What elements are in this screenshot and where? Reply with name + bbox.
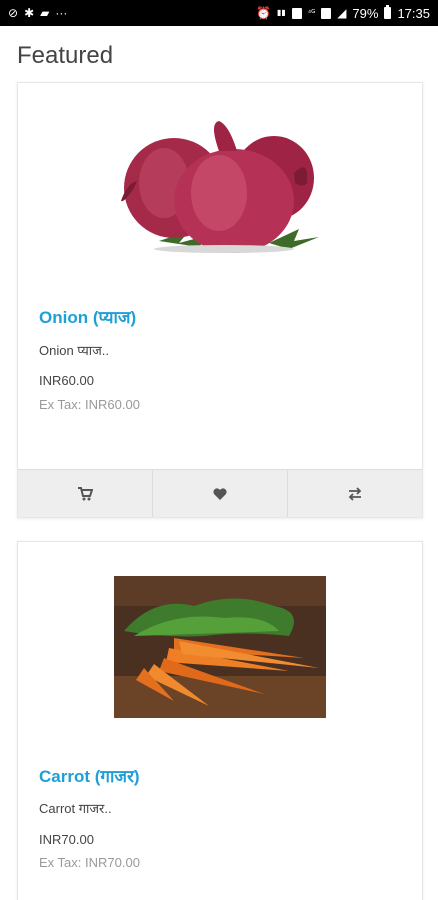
product-ex-tax: Ex Tax: INR70.00: [39, 855, 140, 870]
vibrate-icon: ▮▮: [276, 8, 286, 17]
product-name[interactable]: Carrot (गाजर): [39, 764, 140, 787]
4g-icon: [321, 7, 332, 19]
gear-icon: ✱: [24, 6, 35, 20]
status-right-icons: ⏰ ▮▮ ⁴ᴳ ◢ 79% 17:35: [256, 5, 430, 21]
alarm-icon: ⏰: [256, 6, 271, 20]
heart-icon: [213, 487, 227, 500]
onion-image[interactable]: [119, 113, 325, 253]
data-icon: [291, 7, 302, 19]
product-description: Onion प्याज..: [39, 343, 109, 358]
status-time: 17:35: [397, 5, 430, 21]
message-icon: ▰: [40, 6, 50, 20]
product-description: Carrot गाजर..: [39, 801, 112, 816]
product-card[interactable]: Onion (प्याज) Onion प्याज.. INR60.00 Ex …: [17, 82, 423, 518]
compare-icon: [348, 486, 362, 501]
product-name[interactable]: Onion (प्याज): [39, 305, 136, 328]
volte-icon: ⁴ᴳ: [307, 8, 316, 17]
product-ex-tax: Ex Tax: INR60.00: [39, 397, 140, 412]
carrot-image[interactable]: [114, 576, 326, 718]
add-to-cart-button[interactable]: [18, 470, 153, 517]
product-price: INR70.00: [39, 832, 94, 847]
section-title: Featured: [17, 42, 114, 69]
product-card[interactable]: Carrot (गाजर) Carrot गाजर.. INR70.00 Ex …: [17, 541, 423, 900]
card-button-row: [18, 469, 422, 517]
add-to-wishlist-button[interactable]: [153, 470, 288, 517]
product-price: INR60.00: [39, 373, 94, 388]
compare-button[interactable]: [288, 470, 422, 517]
cart-icon: [78, 486, 93, 500]
status-left-icons: ⊘ ✱ ▰ ···: [8, 7, 67, 19]
battery-icon: [384, 5, 392, 19]
signal-icon: ◢: [337, 6, 347, 20]
link-icon: ⊘: [8, 6, 19, 20]
more-icon: ···: [55, 6, 68, 20]
battery-percent: 79%: [352, 5, 379, 21]
status-bar: ⊘ ✱ ▰ ··· ⏰ ▮▮ ⁴ᴳ ◢ 79% 17:35: [0, 0, 438, 26]
